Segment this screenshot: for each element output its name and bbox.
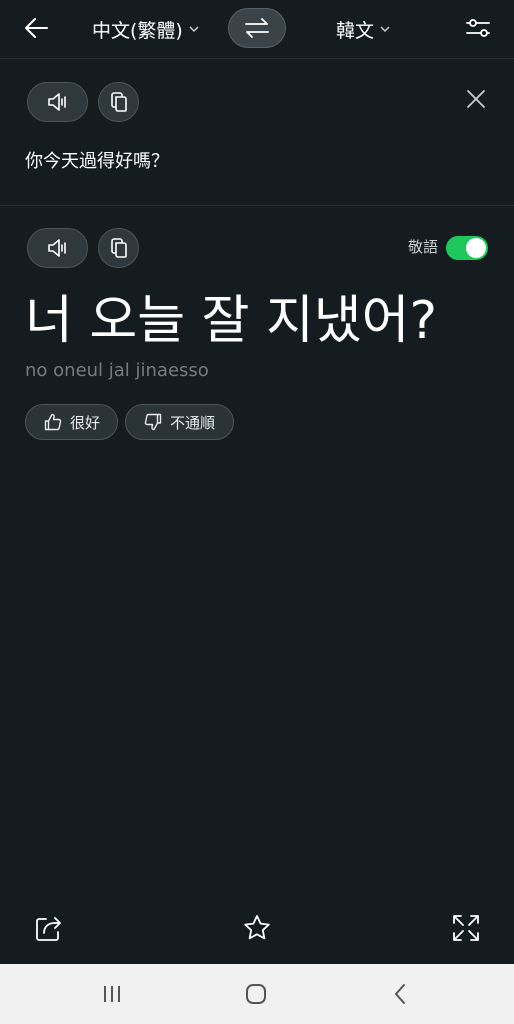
source-language-selector[interactable]: 中文(繁體) — [92, 14, 199, 44]
good-label: 很好 — [70, 413, 101, 432]
system-back-button[interactable] — [380, 976, 420, 1012]
star-icon — [244, 915, 270, 940]
chevron-left-icon — [395, 984, 405, 1004]
translated-text: 너 오늘 잘 지냈어? — [25, 291, 438, 351]
toggle-knob — [466, 238, 486, 258]
favorite-button[interactable] — [237, 908, 277, 948]
sliders-icon — [466, 19, 490, 37]
home-button[interactable] — [236, 976, 276, 1012]
thumbs-down-icon — [144, 413, 162, 431]
honorific-toggle[interactable] — [446, 236, 488, 260]
arrow-left-icon — [25, 18, 48, 38]
expand-icon — [453, 915, 479, 941]
source-copy-button[interactable] — [98, 82, 139, 122]
copy-icon — [110, 238, 127, 258]
good-translation-button[interactable]: 很好 — [25, 404, 118, 440]
back-button[interactable] — [16, 8, 56, 48]
recent-apps-button[interactable] — [92, 976, 132, 1012]
source-speak-button[interactable] — [27, 82, 88, 122]
share-button[interactable] — [28, 908, 68, 948]
swap-arrows-icon — [245, 18, 269, 38]
thumbs-up-icon — [44, 413, 62, 431]
speaker-icon — [47, 239, 66, 257]
source-language-label: 中文(繁體) — [92, 19, 183, 42]
bad-label: 不通順 — [170, 413, 216, 432]
system-navigation-bar — [0, 964, 514, 1024]
target-language-label: 韓文 — [336, 19, 375, 42]
chevron-down-icon — [189, 25, 199, 32]
close-icon — [467, 90, 485, 108]
target-copy-button[interactable] — [98, 228, 139, 268]
clear-button[interactable] — [462, 85, 490, 113]
translator-app: 中文(繁體) 韓文 你今天過得好嗎？ 敬語 너 오늘 잘 지냈어? no one… — [0, 0, 514, 964]
copy-icon — [110, 92, 127, 112]
fullscreen-button[interactable] — [446, 908, 486, 948]
share-icon — [36, 917, 61, 941]
recent-apps-icon — [104, 986, 120, 1002]
honorific-label: 敬語 — [408, 238, 439, 256]
target-language-selector[interactable]: 韓文 — [336, 14, 390, 44]
target-speak-button[interactable] — [27, 228, 88, 268]
awkward-translation-button[interactable]: 不通順 — [125, 404, 234, 440]
speaker-icon — [47, 93, 66, 111]
top-bar: 中文(繁體) 韓文 — [0, 0, 514, 59]
source-panel: 你今天過得好嗎？ — [0, 59, 514, 206]
source-text[interactable]: 你今天過得好嗎？ — [25, 147, 169, 173]
home-icon — [246, 984, 266, 1004]
romanization-text: no oneul jal jinaesso — [25, 360, 209, 381]
settings-button[interactable] — [458, 8, 498, 48]
swap-languages-button[interactable] — [228, 8, 286, 48]
chevron-down-icon — [380, 25, 390, 32]
